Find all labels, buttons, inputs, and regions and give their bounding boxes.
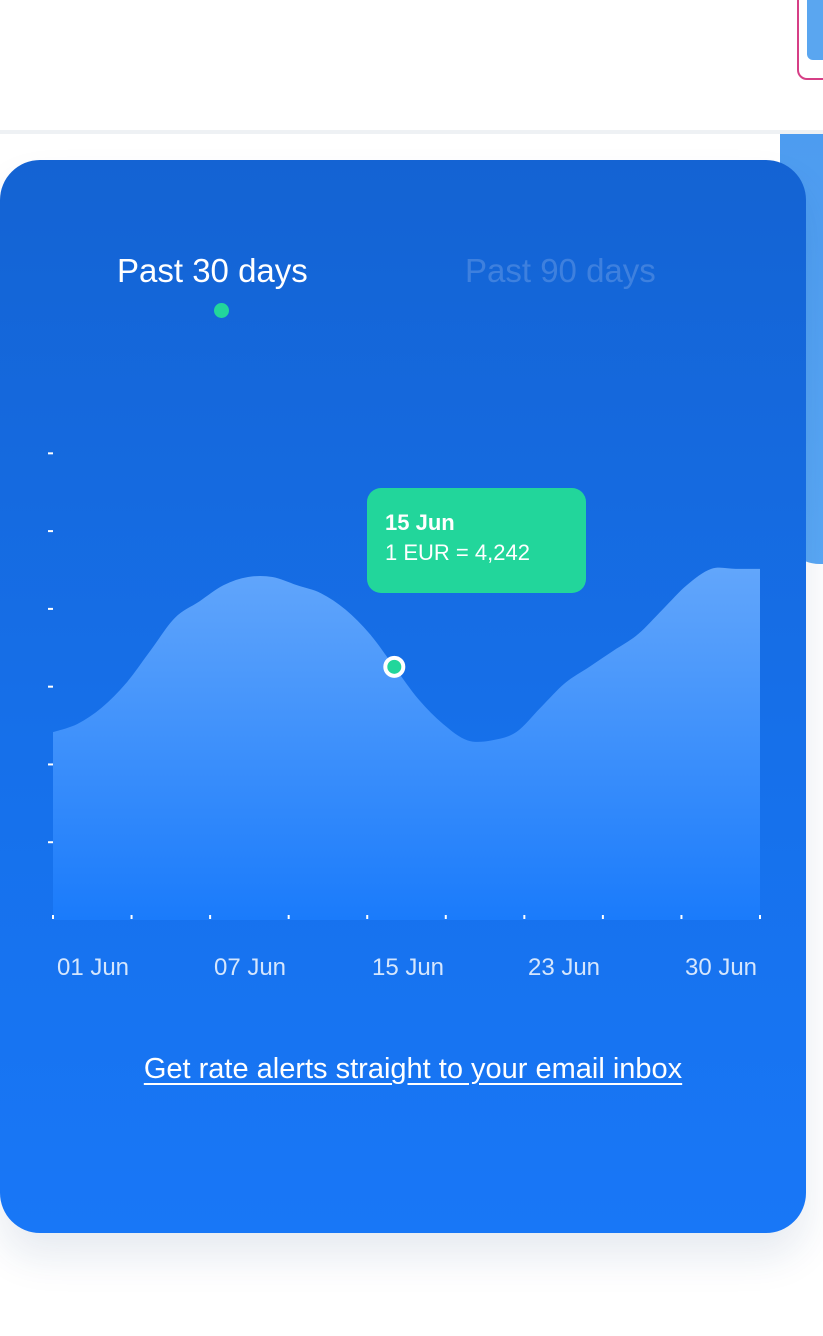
- y-tick-mark: [48, 763, 53, 766]
- tooltip-date: 15 Jun: [385, 510, 455, 535]
- corner-widget-fill: [807, 0, 823, 60]
- x-tick-label: 23 Jun: [528, 954, 600, 981]
- tooltip-rate: 1 EUR = 4,242: [385, 540, 530, 565]
- highlight-point[interactable]: [383, 655, 406, 678]
- header-band: [0, 0, 823, 134]
- x-tick-mark: [366, 915, 369, 919]
- x-tick-mark: [209, 915, 212, 919]
- rate-alerts-link[interactable]: Get rate alerts straight to your email i…: [0, 1053, 806, 1086]
- x-tick-mark: [130, 915, 133, 919]
- x-tick-mark: [287, 915, 290, 919]
- rate-tooltip: 15 Jun 1 EUR = 4,242: [367, 488, 586, 593]
- x-tick-label: 30 Jun: [685, 954, 757, 981]
- x-tick-mark: [444, 915, 447, 919]
- corner-widget[interactable]: [797, 0, 823, 80]
- series-area: [53, 567, 760, 920]
- x-tick-label: 07 Jun: [214, 954, 286, 981]
- y-tick-mark: [48, 841, 53, 844]
- x-tick-mark: [52, 915, 54, 919]
- x-tick-label: 15 Jun: [372, 954, 444, 981]
- y-tick-mark: [48, 530, 53, 533]
- rate-chart-card: Past 30 days Past 90 days 01 Jun 07 Jun 15…: [0, 160, 806, 1233]
- page: Past 30 days Past 90 days 01 Jun 07 Jun 15…: [0, 0, 823, 1336]
- x-tick-label: 01 Jun: [57, 954, 129, 981]
- x-tick-mark: [759, 915, 761, 919]
- y-tick-mark: [48, 685, 53, 688]
- y-tick-mark: [48, 607, 53, 610]
- x-tick-mark: [680, 915, 683, 919]
- x-tick-mark: [523, 915, 526, 919]
- y-tick-mark: [48, 452, 53, 455]
- x-tick-mark: [601, 915, 604, 919]
